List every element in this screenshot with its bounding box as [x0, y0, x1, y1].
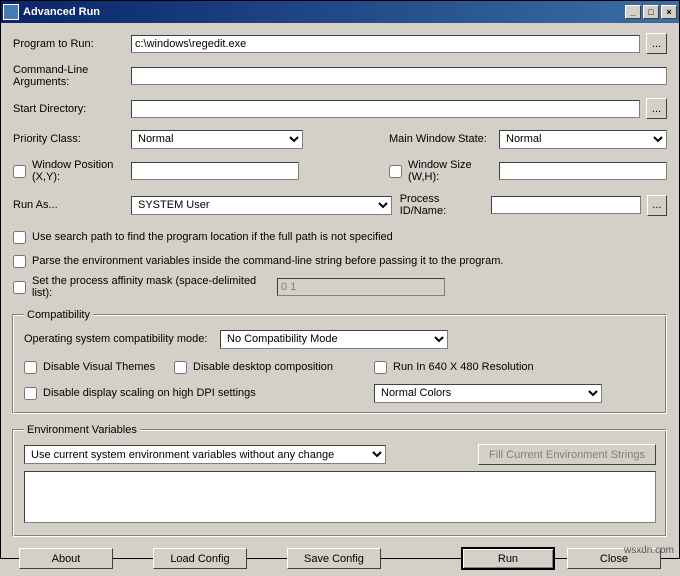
- compatibility-group: Compatibility Operating system compatibi…: [13, 309, 667, 414]
- row-runas: Run As... SYSTEM User Process ID/Name: .…: [13, 193, 667, 217]
- label-startdir: Start Directory:: [13, 103, 131, 115]
- cmdargs-input[interactable]: [131, 67, 667, 85]
- parseenv-checkbox[interactable]: [13, 255, 26, 268]
- run640-check[interactable]: Run In 640 X 480 Resolution: [374, 361, 534, 374]
- windowsize-input[interactable]: [499, 162, 667, 180]
- visualthemes-check[interactable]: Disable Visual Themes: [24, 361, 174, 374]
- desktopcomp-check[interactable]: Disable desktop composition: [174, 361, 374, 374]
- dpiscaling-check[interactable]: Disable display scaling on high DPI sett…: [24, 387, 374, 400]
- affinity-check[interactable]: Set the process affinity mask (space-del…: [13, 275, 277, 299]
- label-priority: Priority Class:: [13, 133, 131, 145]
- envvars-group: Environment Variables Use current system…: [13, 424, 667, 537]
- label-parseenv: Parse the environment variables inside t…: [32, 255, 503, 267]
- parseenv-check[interactable]: Parse the environment variables inside t…: [13, 255, 503, 268]
- affinity-input[interactable]: [277, 278, 445, 296]
- row-affinity: Set the process affinity mask (space-del…: [13, 275, 667, 299]
- label-runas: Run As...: [13, 199, 131, 211]
- title-bar: Advanced Run _ □ ×: [1, 1, 679, 23]
- label-affinity: Set the process affinity mask (space-del…: [32, 275, 277, 299]
- oscompat-select[interactable]: No Compatibility Mode: [220, 330, 448, 349]
- searchpath-check[interactable]: Use search path to find the program loca…: [13, 231, 393, 244]
- windowstate-select[interactable]: Normal: [499, 130, 667, 149]
- window-body: Program to Run: ... Command-Line Argumen…: [1, 23, 679, 576]
- label-winsize: Window Size (W,H):: [408, 159, 499, 183]
- compatibility-legend: Compatibility: [24, 309, 93, 321]
- row-oscompat: Operating system compatibility mode: No …: [24, 329, 656, 349]
- label-program: Program to Run:: [13, 38, 131, 50]
- window-title: Advanced Run: [23, 6, 623, 18]
- row-priority: Priority Class: Normal Main Window State…: [13, 129, 667, 149]
- run640-checkbox[interactable]: [374, 361, 387, 374]
- row-cmdargs: Command-Line Arguments:: [13, 64, 667, 88]
- label-windowstate: Main Window State:: [389, 133, 499, 145]
- startdir-input[interactable]: [131, 100, 640, 118]
- label-searchpath: Use search path to find the program loca…: [32, 231, 393, 243]
- envmode-select[interactable]: Use current system environment variables…: [24, 445, 386, 464]
- close-window-button[interactable]: ×: [661, 5, 677, 19]
- searchpath-checkbox[interactable]: [13, 231, 26, 244]
- desktopcomp-checkbox[interactable]: [174, 361, 187, 374]
- program-input[interactable]: [131, 35, 640, 53]
- label-run640: Run In 640 X 480 Resolution: [393, 361, 534, 373]
- browse-program-button[interactable]: ...: [646, 33, 667, 54]
- colormode-select[interactable]: Normal Colors: [374, 384, 602, 403]
- label-desktopcomp: Disable desktop composition: [193, 361, 333, 373]
- row-parseenv: Parse the environment variables inside t…: [13, 251, 667, 271]
- procid-input[interactable]: [491, 196, 641, 214]
- label-dpiscaling: Disable display scaling on high DPI sett…: [43, 387, 256, 399]
- browse-startdir-button[interactable]: ...: [646, 98, 667, 119]
- windowsize-checkbox[interactable]: [389, 165, 402, 178]
- windowsize-check[interactable]: Window Size (W,H):: [389, 159, 499, 183]
- row-compat-checks2: Disable display scaling on high DPI sett…: [24, 383, 656, 403]
- app-icon: [3, 4, 19, 20]
- row-program: Program to Run: ...: [13, 33, 667, 54]
- browse-process-button[interactable]: ...: [647, 195, 667, 216]
- runas-select[interactable]: SYSTEM User: [131, 196, 392, 215]
- maximize-button[interactable]: □: [643, 5, 659, 19]
- label-procid: Process ID/Name:: [400, 193, 486, 217]
- priority-select[interactable]: Normal: [131, 130, 303, 149]
- windowpos-checkbox[interactable]: [13, 165, 26, 178]
- row-envmode: Use current system environment variables…: [24, 444, 656, 465]
- row-winpos: Window Position (X,Y): Window Size (W,H)…: [13, 159, 667, 183]
- label-visualthemes: Disable Visual Themes: [43, 361, 155, 373]
- fill-env-button[interactable]: Fill Current Environment Strings: [478, 444, 656, 465]
- watermark: wsxdn.com: [624, 545, 674, 556]
- minimize-button[interactable]: _: [625, 5, 641, 19]
- affinity-checkbox[interactable]: [13, 281, 26, 294]
- label-oscompat: Operating system compatibility mode:: [24, 333, 220, 345]
- row-searchpath: Use search path to find the program loca…: [13, 227, 667, 247]
- label-winpos: Window Position (X,Y):: [32, 159, 131, 183]
- env-textarea[interactable]: [24, 471, 656, 523]
- dpiscaling-checkbox[interactable]: [24, 387, 37, 400]
- row-startdir: Start Directory: ...: [13, 98, 667, 119]
- row-compat-checks1: Disable Visual Themes Disable desktop co…: [24, 357, 656, 377]
- windowpos-input[interactable]: [131, 162, 299, 180]
- windowpos-check[interactable]: Window Position (X,Y):: [13, 159, 131, 183]
- label-cmdargs: Command-Line Arguments:: [13, 64, 131, 88]
- visualthemes-checkbox[interactable]: [24, 361, 37, 374]
- envvars-legend: Environment Variables: [24, 424, 140, 436]
